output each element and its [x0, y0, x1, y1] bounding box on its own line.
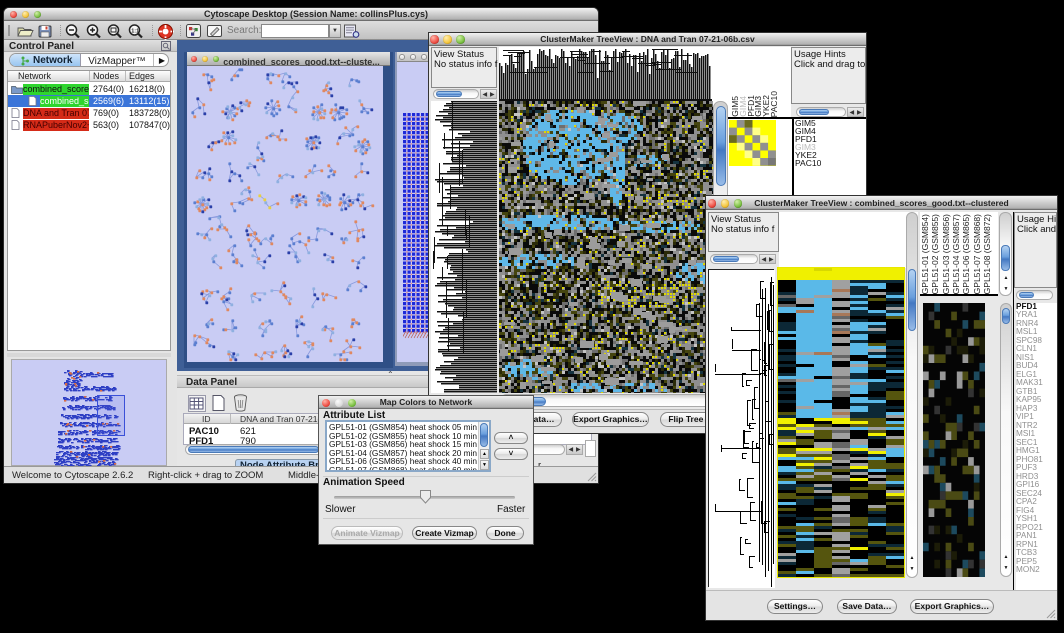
svg-text:1:1: 1:1	[131, 29, 139, 35]
